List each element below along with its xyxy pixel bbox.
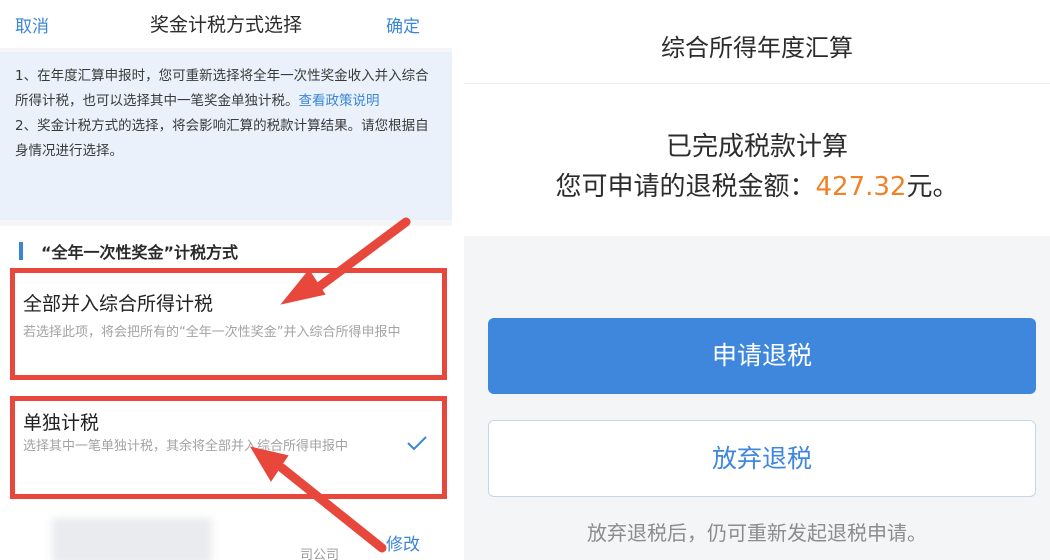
option-merge-comprehensive[interactable]: 全部并入综合所得计税 若选择此项，将会把所有的“全年一次性奖金”并入综合所得申报…	[10, 268, 447, 380]
info-notice: 1、在年度汇算申报时，您可重新选择将全年一次性奖金收入并入综合所得计税，也可以选…	[0, 52, 452, 220]
header-divider	[464, 83, 1050, 84]
info-line-2: 2、奖金计税方式的选择，将会影响汇算的税款计算结果。请您根据自身情况进行选择。	[15, 118, 429, 159]
refund-label: 您可申请的退税金额：	[555, 172, 816, 202]
page-title: 综合所得年度汇算	[661, 34, 853, 62]
refund-amount-line: 您可申请的退税金额：427.32元。	[464, 166, 1050, 203]
give-up-note: 放弃退税后，仍可重新发起退税申请。	[587, 521, 927, 545]
employer-name-suffix: 司公司	[300, 548, 340, 560]
blurred-employer-name	[52, 518, 212, 560]
refund-unit: 元。	[906, 172, 959, 202]
confirm-button[interactable]: 确定	[386, 12, 420, 37]
option-description: 选择其中一笔单独计税，其余将全部并入综合所得申报中	[23, 439, 349, 454]
refund-amount: 427.32	[815, 172, 907, 202]
edit-button[interactable]: 修改	[386, 530, 420, 555]
give-up-refund-button[interactable]: 放弃退税	[488, 420, 1036, 497]
page-title: 奖金计税方式选择	[149, 14, 302, 36]
annual-settlement-screen: 综合所得年度汇算 已完成税款计算 您可申请的退税金额：427.32元。 申请退税…	[464, 0, 1050, 560]
section-accent-bar	[19, 242, 23, 260]
bonus-tax-method-screen: 取消 奖金计税方式选择 确定 1、在年度汇算申报时，您可重新选择将全年一次性奖金…	[0, 0, 452, 560]
calculation-status: 已完成税款计算	[665, 132, 848, 162]
policy-link[interactable]: 查看政策说明	[299, 93, 380, 109]
apply-refund-button[interactable]: 申请退税	[488, 318, 1036, 394]
option-title: 全部并入综合所得计税	[23, 293, 214, 315]
action-area	[464, 236, 1050, 560]
checkmark-icon	[406, 435, 428, 455]
section-title: “全年一次性奖金”计税方式	[41, 243, 239, 262]
tax-method-section: “全年一次性奖金”计税方式 全部并入综合所得计税 若选择此项，将会把所有的“全年…	[0, 226, 452, 560]
panel-divider	[452, 0, 464, 560]
option-separate-tax[interactable]: 单独计税 选择其中一笔单独计税，其余将全部并入综合所得申报中	[10, 396, 447, 499]
option-description: 若选择此项，将会把所有的“全年一次性奖金”并入综合所得申报中	[23, 325, 401, 340]
top-bar: 取消 奖金计税方式选择 确定	[0, 0, 452, 48]
option-title: 单独计税	[23, 412, 100, 434]
